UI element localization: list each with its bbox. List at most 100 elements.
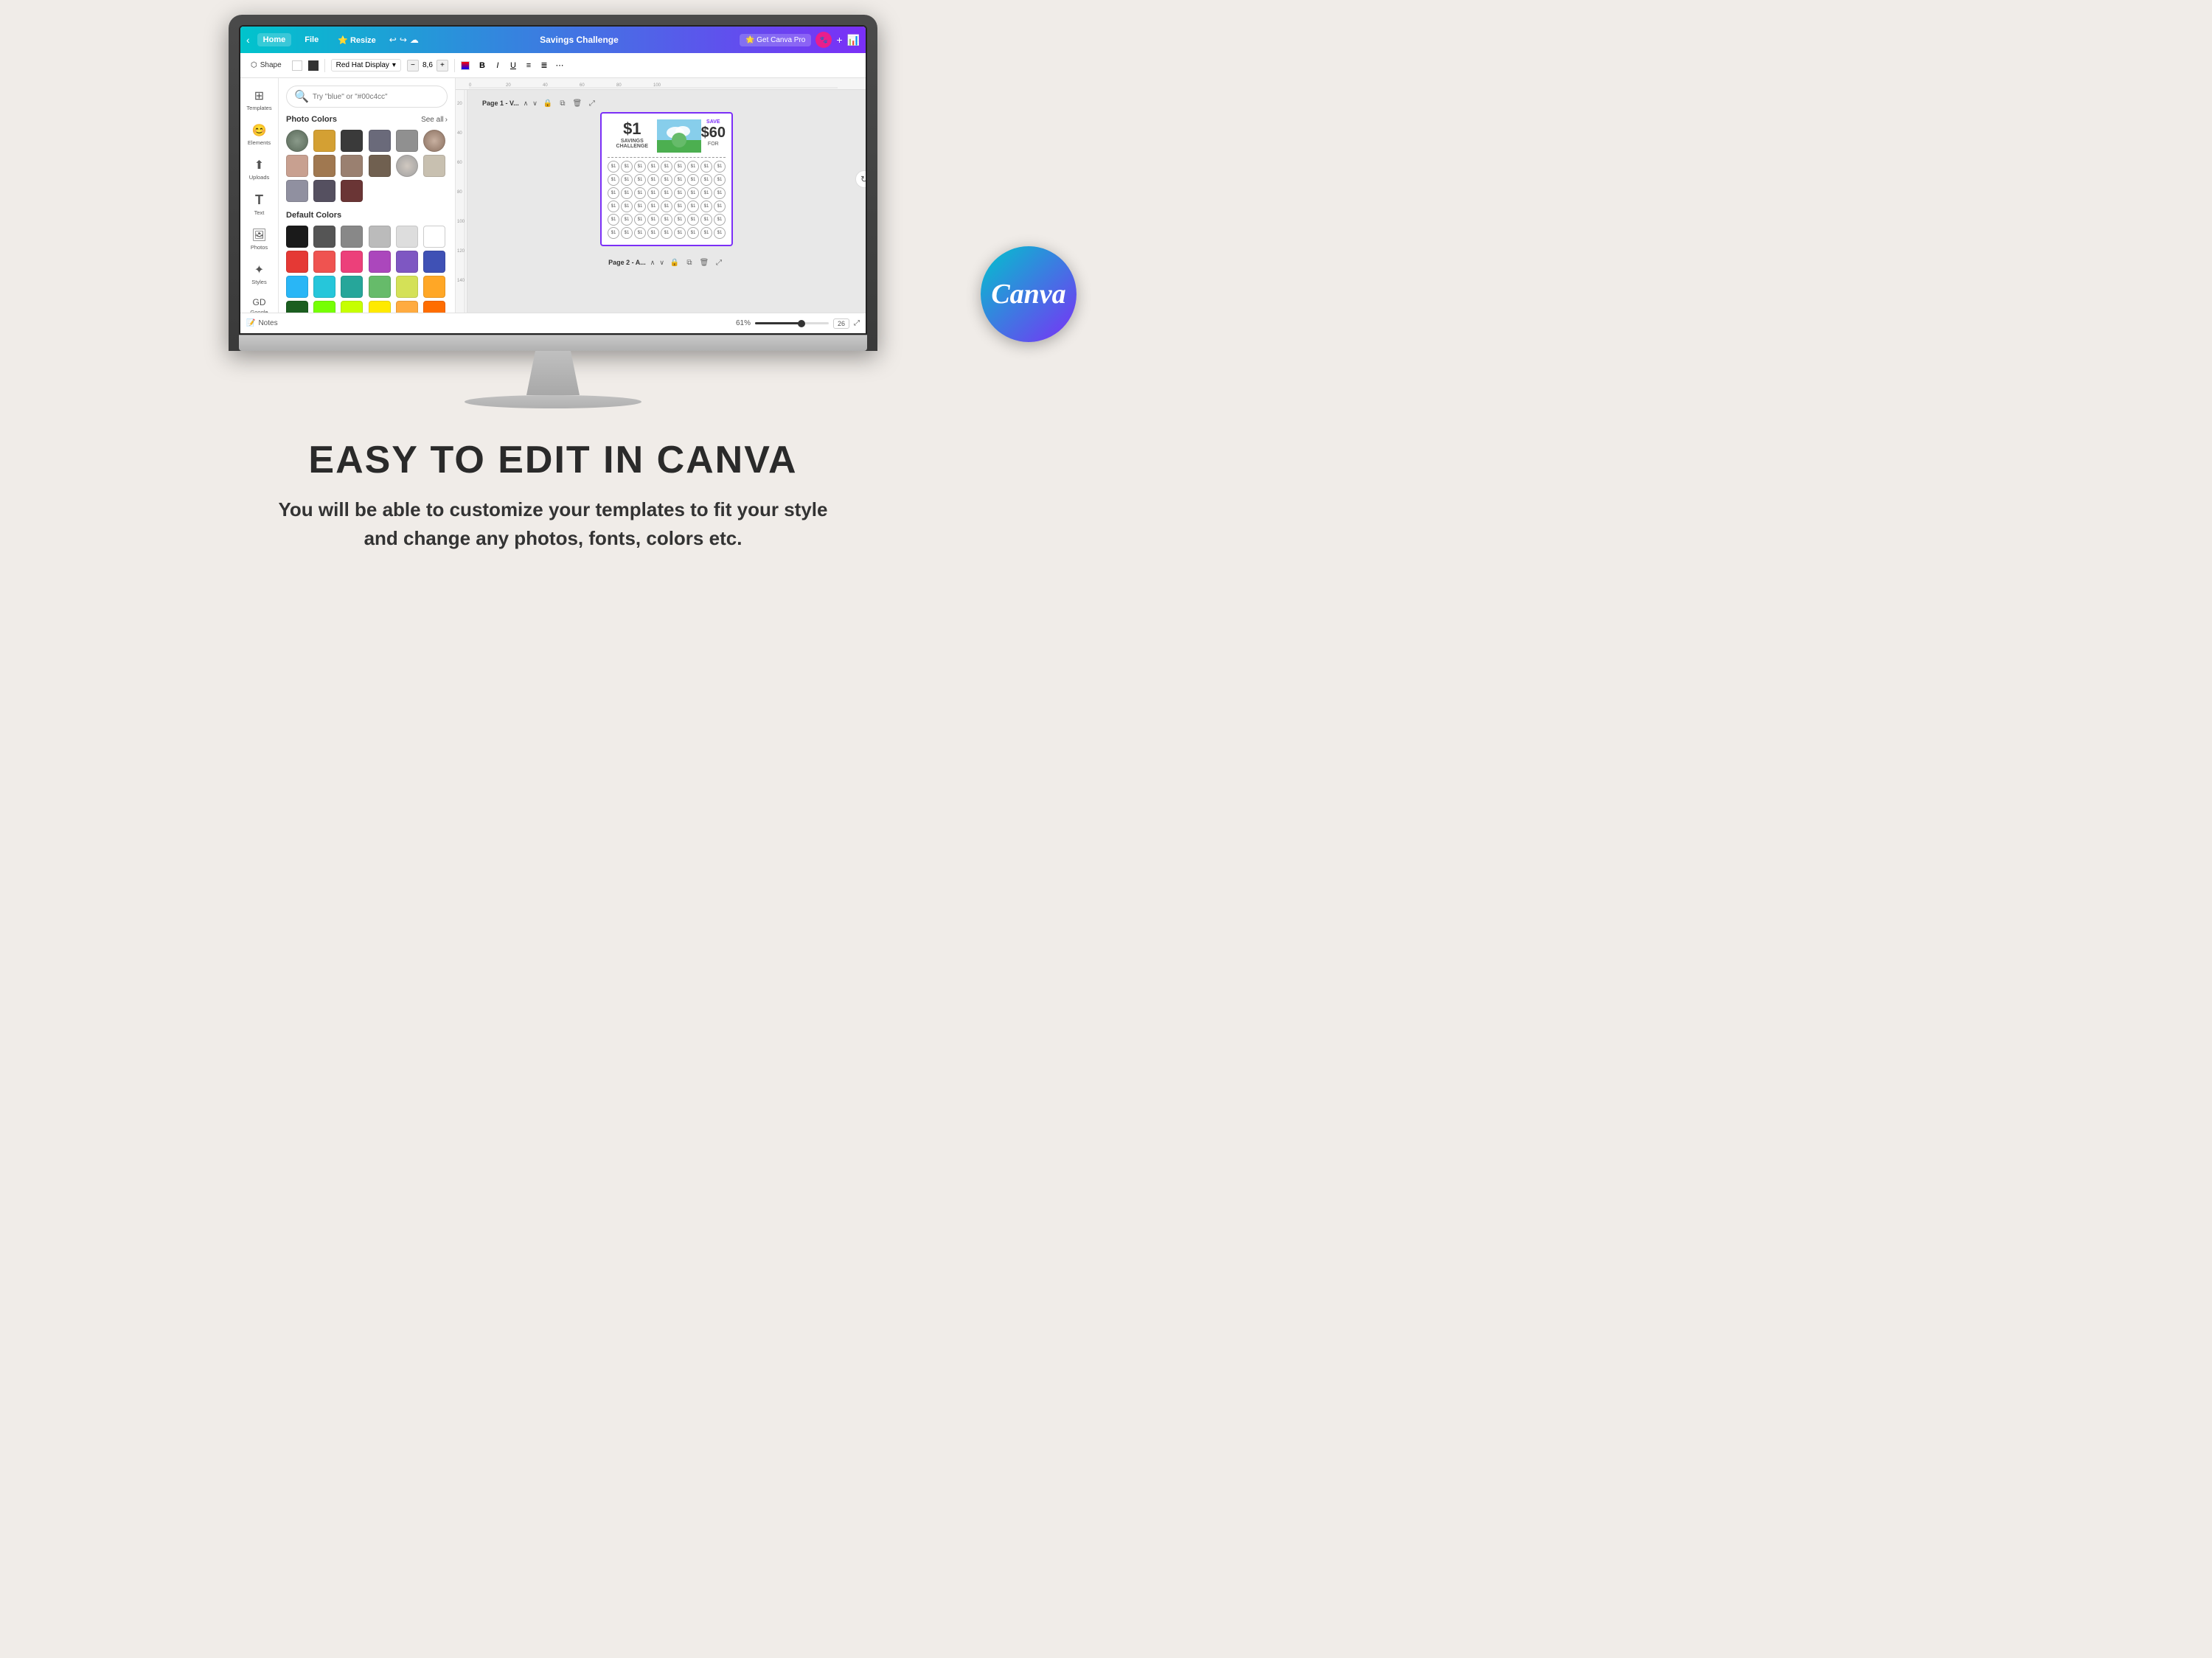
page2-export-icon[interactable]: ⤢ xyxy=(713,257,725,268)
divider-1 xyxy=(324,59,325,72)
photo-swatch-13[interactable] xyxy=(313,180,335,202)
def-swatch-16[interactable] xyxy=(396,276,418,298)
main-content: ⊞ Templates 😊 Elements ⬆ Uploads xyxy=(240,78,866,313)
search-input[interactable] xyxy=(313,93,439,101)
page2-copy-icon[interactable]: ⧉ xyxy=(684,257,695,268)
nav-home[interactable]: Home xyxy=(257,33,292,46)
add-icon[interactable]: + xyxy=(836,34,842,46)
get-pro-button[interactable]: 🌟 Get Canva Pro xyxy=(740,34,811,46)
def-swatch-11[interactable] xyxy=(423,251,445,273)
sidebar-item-templates[interactable]: ⊞ Templates xyxy=(243,84,276,116)
def-swatch-10[interactable] xyxy=(396,251,418,273)
format-buttons: B I U ≡ ≣ ⋯ xyxy=(476,59,566,72)
def-swatch-17[interactable] xyxy=(423,276,445,298)
def-swatch-15[interactable] xyxy=(369,276,391,298)
redo-icon[interactable]: ↪ xyxy=(400,35,407,45)
def-swatch-4[interactable] xyxy=(396,226,418,248)
def-swatch-19[interactable] xyxy=(313,301,335,313)
text-color-swatch[interactable] xyxy=(461,61,470,70)
def-swatch-6[interactable] xyxy=(286,251,308,273)
zoom-slider-track[interactable] xyxy=(755,322,829,324)
def-swatch-22[interactable] xyxy=(396,301,418,313)
def-swatch-3[interactable] xyxy=(369,226,391,248)
underline-button[interactable]: U xyxy=(507,59,520,72)
def-swatch-2[interactable] xyxy=(341,226,363,248)
def-swatch-9[interactable] xyxy=(369,251,391,273)
search-icon: 🔍 xyxy=(294,89,309,104)
photo-swatch-2[interactable] xyxy=(341,130,363,152)
def-swatch-7[interactable] xyxy=(313,251,335,273)
sidebar-item-text[interactable]: T Text xyxy=(243,188,276,220)
dollar-circle: $1 xyxy=(687,201,699,212)
def-swatch-18[interactable] xyxy=(286,301,308,313)
default-colors-header: Default Colors xyxy=(286,211,448,220)
stroke-swatch[interactable] xyxy=(308,60,319,71)
def-swatch-8[interactable] xyxy=(341,251,363,273)
refresh-button[interactable]: ↻ xyxy=(855,170,866,188)
photo-swatch-5[interactable] xyxy=(423,130,445,152)
page2-delete-icon[interactable]: 🗑 xyxy=(698,257,710,268)
font-size-minus[interactable]: − xyxy=(407,60,419,72)
export-icon[interactable]: ⤢ xyxy=(586,97,598,109)
def-swatch-1[interactable] xyxy=(313,226,335,248)
def-swatch-21[interactable] xyxy=(369,301,391,313)
photo-swatch-12[interactable] xyxy=(286,180,308,202)
shape-button[interactable]: ⬡ Shape xyxy=(246,60,286,71)
top-bar-right: 🌟 Get Canva Pro 🐾 + 📊 xyxy=(740,32,860,48)
delete-icon[interactable]: 🗑 xyxy=(571,97,583,109)
lock-icon[interactable]: 🔒 xyxy=(542,97,554,109)
def-swatch-14[interactable] xyxy=(341,276,363,298)
sidebar-item-uploads[interactable]: ⬆ Uploads xyxy=(243,153,276,185)
list-button[interactable]: ≣ xyxy=(538,59,551,72)
more-button[interactable]: ⋯ xyxy=(553,59,566,72)
dollar-circle: $1 xyxy=(687,187,699,199)
font-size-plus[interactable]: + xyxy=(437,60,448,72)
photo-swatch-10[interactable] xyxy=(396,155,418,177)
fullscreen-icon[interactable]: ⤢ xyxy=(854,319,860,327)
photo-swatch-9[interactable] xyxy=(369,155,391,177)
def-swatch-12[interactable] xyxy=(286,276,308,298)
dollar-circle: $1 xyxy=(634,214,646,226)
photos-icon: 🖼 xyxy=(251,228,266,243)
undo-icon[interactable]: ↩ xyxy=(389,35,397,45)
photo-swatch-11[interactable] xyxy=(423,155,445,177)
sidebar-item-drive[interactable]: GD Google Drive xyxy=(243,293,276,313)
def-swatch-23[interactable] xyxy=(423,301,445,313)
photo-swatch-3[interactable] xyxy=(369,130,391,152)
see-all-link[interactable]: See all › xyxy=(421,116,448,124)
def-swatch-5[interactable] xyxy=(423,226,445,248)
photo-swatch-7[interactable] xyxy=(313,155,335,177)
def-swatch-13[interactable] xyxy=(313,276,335,298)
landscape-svg xyxy=(657,119,701,153)
def-swatch-0[interactable] xyxy=(286,226,308,248)
photo-swatch-4[interactable] xyxy=(396,130,418,152)
def-swatch-20[interactable] xyxy=(341,301,363,313)
align-button[interactable]: ≡ xyxy=(522,59,535,72)
dollar-circle: $1 xyxy=(634,227,646,239)
photo-swatch-0[interactable] xyxy=(286,130,308,152)
zoom-slider-thumb[interactable] xyxy=(798,320,805,327)
font-selector[interactable]: Red Hat Display ▾ xyxy=(331,59,401,72)
analytics-icon[interactable]: 📊 xyxy=(847,34,860,46)
sidebar-item-photos[interactable]: 🖼 Photos xyxy=(243,223,276,255)
copy-icon[interactable]: ⧉ xyxy=(557,97,568,109)
photo-swatch-6[interactable] xyxy=(286,155,308,177)
italic-button[interactable]: I xyxy=(491,59,504,72)
notes-button[interactable]: 📝 Notes xyxy=(246,319,278,327)
sidebar-item-styles[interactable]: ✦ Styles xyxy=(243,258,276,290)
dollar-circle: $1 xyxy=(661,201,672,212)
canvas-inner: Page 1 - V... ∧ ∨ 🔒 ⧉ 🗑 ⤢ xyxy=(467,90,866,313)
color-swatch[interactable] xyxy=(292,60,302,71)
photo-swatch-14[interactable] xyxy=(341,180,363,202)
nav-resize[interactable]: ⭐ Resize xyxy=(332,33,382,47)
photo-swatch-1[interactable] xyxy=(313,130,335,152)
page2-lock-icon[interactable]: 🔒 xyxy=(669,257,681,268)
back-icon[interactable]: ‹ xyxy=(246,34,250,46)
sidebar-item-elements[interactable]: 😊 Elements xyxy=(243,119,276,150)
font-name-label: Red Hat Display xyxy=(336,61,389,69)
bold-button[interactable]: B xyxy=(476,59,489,72)
search-bar[interactable]: 🔍 xyxy=(286,86,448,108)
nav-file[interactable]: File xyxy=(299,33,324,46)
photo-swatch-8[interactable] xyxy=(341,155,363,177)
shape-label: Shape xyxy=(260,61,282,69)
